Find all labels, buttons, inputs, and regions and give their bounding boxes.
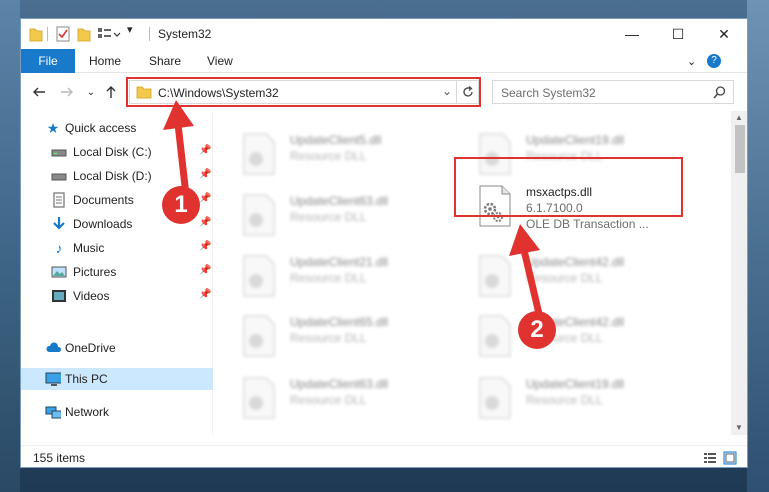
step-1-badge: 1 bbox=[162, 186, 200, 224]
arrow-2-head bbox=[509, 224, 540, 256]
step-2-badge: 2 bbox=[518, 311, 556, 349]
arrow-1-shaft bbox=[174, 120, 190, 199]
arrow-1-head bbox=[163, 100, 194, 130]
annotation-arrows bbox=[163, 100, 544, 322]
arrow-2-shaft bbox=[520, 246, 544, 322]
